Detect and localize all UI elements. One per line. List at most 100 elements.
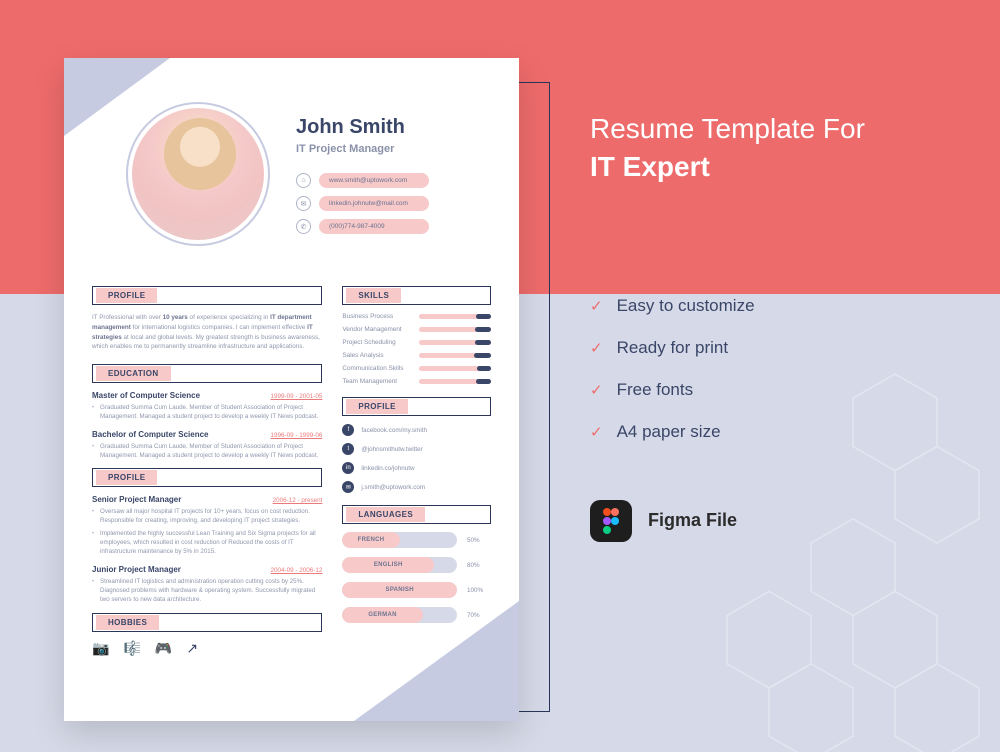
language-fill: SPANISH [342, 582, 457, 598]
skill-fill [476, 379, 491, 384]
experience-item: Junior Project Manager2004-09 - 2006-12S… [92, 565, 322, 605]
contact-list: ⌂ www.smith@uptowork.com ✉ linkedin.johnutw… [296, 173, 495, 234]
language-bar: GERMAN [342, 607, 457, 623]
social-text: j.smith@uptowork.com [361, 484, 425, 491]
skill-fill [475, 327, 491, 332]
promo-panel: Resume Template For IT Expert ✓ Easy to c… [590, 110, 950, 542]
role-bullet: Streamlined IT logistics and administrat… [92, 577, 322, 605]
arrow-icon: ↗ [186, 640, 198, 657]
game-icon: 🎮 [155, 640, 172, 657]
language-name: GERMAN [368, 612, 396, 618]
skill-name: Business Process [342, 313, 393, 320]
promo-heading: Resume Template For IT Expert [590, 110, 950, 186]
figma-label: Figma File [648, 510, 737, 531]
education-item: Master of Computer Science 1999-09 - 2001… [92, 391, 322, 422]
figma-badge: Figma File [590, 500, 950, 542]
check-icon: ✓ [590, 381, 603, 399]
skill-bar [419, 327, 491, 332]
feature-list: ✓Easy to customize✓Ready for print✓Free … [590, 296, 950, 442]
section-label: PROFILE [346, 399, 407, 414]
skill-name: Project Scheduling [342, 339, 395, 346]
language-fill: ENGLISH [342, 557, 434, 573]
skill-bar [419, 353, 491, 358]
social-item: t@johnsmithutw.twitter [342, 443, 491, 455]
role-bullet: Oversaw all major hospital IT projects f… [92, 507, 322, 526]
skill-item: Vendor Management [342, 326, 491, 333]
social-text: facebook.com/my.smith [361, 427, 427, 434]
camera-icon: 📷 [92, 640, 109, 657]
skill-item: Sales Analysis [342, 352, 491, 359]
section-header-social: PROFILE [342, 397, 491, 416]
check-icon: ✓ [590, 423, 603, 441]
social-icon: in [342, 462, 354, 474]
social-item: ✉ j.smith@uptowork.com [342, 481, 491, 493]
language-name: ENGLISH [374, 562, 403, 568]
social-icon: f [342, 424, 354, 436]
section-header-languages: LANGUAGES [342, 505, 491, 524]
language-item: GERMAN 70% [342, 607, 491, 623]
skill-fill [475, 340, 491, 345]
language-item: ENGLISH 80% [342, 557, 491, 573]
role-title: Junior Project Manager [92, 565, 181, 574]
language-bar: FRENCH [342, 532, 457, 548]
language-pct: 100% [467, 587, 491, 594]
contact-value: www.smith@uptowork.com [319, 173, 429, 188]
section-label: HOBBIES [96, 615, 159, 630]
hobby-icons: 📷🎼🎮↗ [92, 640, 322, 657]
feature-item: ✓ Free fonts [590, 380, 950, 400]
candidate-name: John Smith [296, 116, 495, 139]
resume-header: John Smith IT Project Manager ⌂www.smith… [296, 116, 495, 234]
section-label: PROFILE [96, 288, 157, 303]
language-item: FRENCH50% [342, 532, 491, 548]
feature-item: ✓Ready for print [590, 338, 950, 358]
social-item: in linkedin.co/johnutw [342, 462, 491, 474]
feature-text: Ready for print [617, 338, 729, 358]
contact-email: ✉ linkedin.johnutw@mail.com [296, 196, 495, 211]
promo-heading-line1: Resume Template For [590, 113, 865, 144]
section-header-hobbies: HOBBIES [92, 613, 322, 632]
degree-desc: Graduated Summa Cum Laude. Member of Stu… [92, 403, 322, 422]
degree-title: Master of Computer Science [92, 391, 200, 400]
role-dates: 2006-12 - present [273, 497, 323, 504]
language-fill: FRENCH [342, 532, 399, 548]
language-pct: 80% [467, 562, 491, 569]
promo-heading-line2: IT Expert [590, 148, 950, 186]
resume-right-column: SKILLS Business Process Vendor Management… [342, 286, 491, 701]
email-icon: ✉ [296, 196, 311, 211]
avatar-photo [132, 108, 264, 240]
feature-text: Easy to customize [617, 296, 755, 316]
web-icon: ⌂ [296, 173, 311, 188]
contact-value: linkedin.johnutw@mail.com [319, 196, 429, 211]
feature-text: A4 paper size [617, 422, 721, 442]
resume-preview: John Smith IT Project Manager ⌂www.smith… [64, 58, 519, 721]
avatar-ring [126, 102, 270, 246]
skill-item: Team Management [342, 378, 491, 385]
skill-fill [476, 314, 491, 319]
social-icon: ✉ [342, 481, 354, 493]
feature-item: ✓ A4 paper size [590, 422, 950, 442]
skill-bar [419, 340, 491, 345]
role-bullet: Implemented the highly successful Lean T… [92, 529, 322, 557]
degree-dates: 1999-09 - 2001-05 [271, 393, 323, 400]
section-label: PROFILE [96, 470, 157, 485]
experience-item: Senior Project Manager2006-12 - presentO… [92, 495, 322, 556]
language-fill: GERMAN [342, 607, 422, 623]
feature-item: ✓ Easy to customize [590, 296, 950, 316]
skill-bar [419, 314, 491, 319]
skill-item: Project Scheduling [342, 339, 491, 346]
contact-web: ⌂ www.smith@uptowork.com [296, 173, 495, 188]
contact-value: (000)774-987-4009 [319, 219, 429, 234]
skill-item: Communication Skills [342, 365, 491, 372]
language-bar: SPANISH [342, 582, 457, 598]
check-icon: ✓ [590, 297, 603, 315]
skill-fill [474, 353, 491, 358]
education-item: Bachelor of Computer Science1996-09 - 19… [92, 430, 322, 461]
language-pct: 70% [467, 612, 491, 619]
degree-title: Bachelor of Computer Science [92, 430, 208, 439]
phone-icon: ✆ [296, 219, 311, 234]
section-header-skills: SKILLS [342, 286, 491, 305]
social-text: linkedin.co/johnutw [361, 465, 414, 472]
skill-bar [419, 366, 491, 371]
section-header-experience: PROFILE [92, 468, 322, 487]
feature-text: Free fonts [617, 380, 694, 400]
